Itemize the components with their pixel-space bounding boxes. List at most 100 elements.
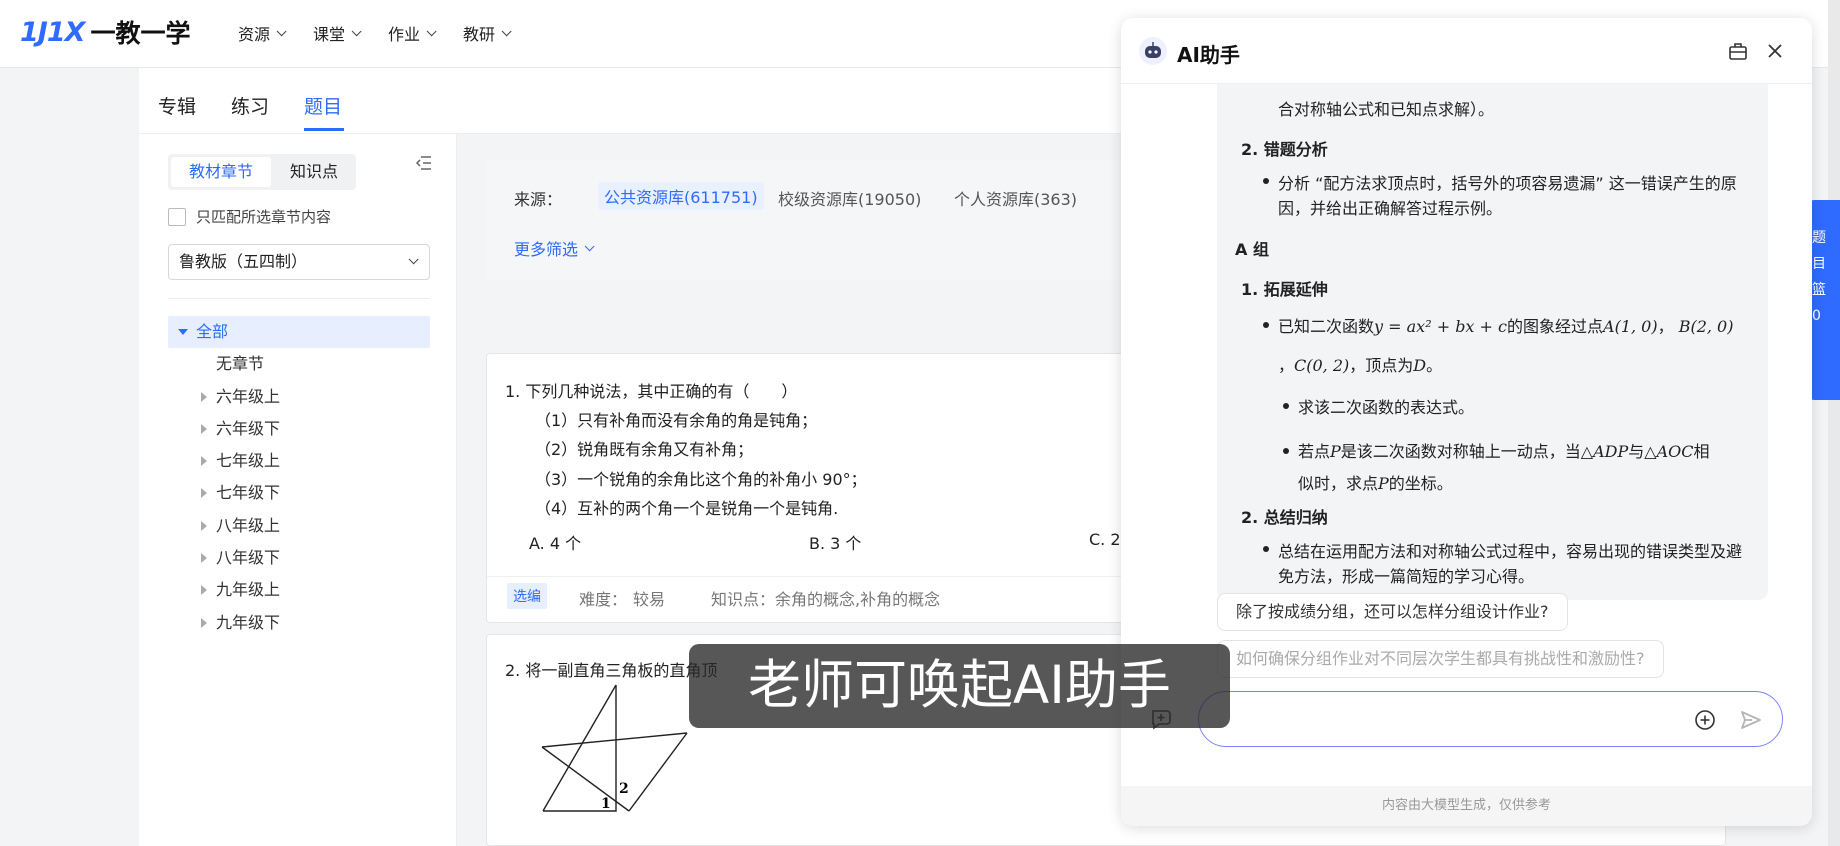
- source-label: 来源：: [514, 190, 563, 209]
- nav-resources[interactable]: 资源: [238, 21, 287, 45]
- match-chapter-label: 只匹配所选章节内容: [196, 208, 332, 226]
- edition-value: 鲁教版（五四制）: [179, 252, 308, 271]
- close-icon[interactable]: [1764, 40, 1786, 62]
- video-caption: 老师可唤起AI助手: [689, 644, 1230, 728]
- tree-node[interactable]: 六年级下: [168, 413, 430, 445]
- question-stem: 1. 下列几种说法，其中正确的有（ ）: [505, 382, 798, 401]
- match-chapter-option[interactable]: 只匹配所选章节内容: [168, 206, 331, 227]
- tab-questions[interactable]: 题目: [304, 92, 342, 119]
- more-filters-button[interactable]: 更多筛选: [514, 236, 595, 260]
- selected-tag[interactable]: 选编: [507, 583, 547, 609]
- nav-label: 课堂: [313, 25, 346, 44]
- tree-node[interactable]: 八年级下: [168, 542, 430, 574]
- chevron-down-icon: [584, 240, 595, 251]
- mode-knowledge-point[interactable]: 知识点: [274, 157, 354, 187]
- chevron-down-icon: [351, 25, 362, 36]
- tree-node[interactable]: 九年级上: [168, 574, 430, 606]
- tree-label: 无章节: [216, 354, 265, 374]
- tree-label: 七年级上: [216, 451, 281, 471]
- knowledge-value: 余角的概念,补角的概念: [775, 590, 941, 609]
- response-text: 相: [1693, 442, 1710, 461]
- difficulty-value: 较易: [633, 590, 666, 609]
- caret-right-icon[interactable]: [201, 391, 207, 402]
- nav-homework[interactable]: 作业: [388, 21, 437, 45]
- bullet-dot: [1263, 178, 1269, 184]
- response-text: 总结在运用配方法和对称轴公式过程中，容易出现的错误类型及避: [1278, 542, 1743, 561]
- logo[interactable]: 1J1X 一教一学: [20, 14, 190, 50]
- question-item: （1）只有补角而没有余角的角是钝角；: [535, 411, 818, 430]
- nav-research[interactable]: 教研: [463, 21, 512, 45]
- question-item: （3）一个锐角的余角比这个角的补角小 90°；: [535, 470, 867, 489]
- bullet-dot: [1283, 403, 1289, 409]
- tree-label: 九年级下: [216, 612, 281, 632]
- logo-mark: 1J1X: [20, 16, 85, 48]
- response-heading: 2. 总结归纳: [1241, 508, 1328, 527]
- bullet-dot: [1263, 546, 1269, 552]
- angle-label: 1: [601, 796, 611, 812]
- suggested-question[interactable]: 如何确保分组作业对不同层次学生都具有挑战性和激励性?: [1217, 640, 1664, 678]
- response-text: 若点P是该二次函数对称轴上一动点，当△ADP与△AOC相: [1298, 438, 1710, 462]
- triangle-diagram: 1 2: [541, 684, 688, 812]
- tab-practice[interactable]: 练习: [231, 92, 269, 119]
- math-expression: △ADP: [1580, 442, 1629, 461]
- tree-node[interactable]: 九年级下: [168, 607, 430, 639]
- tree-node[interactable]: 无章节: [168, 348, 430, 380]
- caret-right-icon[interactable]: [201, 617, 207, 628]
- knowledge-label: 知识点：: [711, 590, 776, 609]
- response-heading: A 组: [1235, 240, 1269, 259]
- caret-right-icon[interactable]: [201, 488, 207, 499]
- response-text: 似时，求点P的坐标。: [1298, 470, 1453, 494]
- response-text: 已知二次函数y = ax² + bx + c的图象经过点A(1, 0)， B(2…: [1278, 317, 1734, 336]
- edition-select[interactable]: 鲁教版（五四制）: [168, 244, 430, 280]
- tree-node[interactable]: 七年级下: [168, 477, 430, 509]
- top-nav: 资源 课堂 作业 教研: [238, 21, 512, 45]
- page-scrollbar[interactable]: [1828, 0, 1840, 846]
- robot-avatar-icon: [1139, 37, 1167, 65]
- source-public[interactable]: 公共资源库(611751): [598, 182, 764, 210]
- chat-input[interactable]: [1219, 704, 1659, 734]
- response-text: ，: [1278, 356, 1295, 375]
- response-text: ，顶点为: [1349, 356, 1414, 375]
- tree-node-all[interactable]: 全部: [168, 316, 430, 349]
- nav-label: 作业: [388, 25, 421, 44]
- response-text: 合对称轴公式和已知点求解）。: [1278, 100, 1495, 119]
- caret-right-icon[interactable]: [201, 553, 207, 564]
- match-chapter-checkbox[interactable]: [168, 207, 186, 226]
- tree-node[interactable]: 七年级上: [168, 445, 430, 477]
- sidebar-mode-toggle: 教材章节 知识点: [168, 154, 356, 190]
- mode-textbook-chapter[interactable]: 教材章节: [171, 157, 271, 187]
- tree-label: 九年级上: [216, 580, 281, 600]
- option-c: C. 2: [1089, 530, 1121, 549]
- attach-plus-icon[interactable]: [1693, 708, 1717, 732]
- response-text: 是该二次函数对称轴上一动点，当: [1340, 442, 1581, 461]
- collapse-sidebar-icon[interactable]: [414, 154, 434, 172]
- math-expression: y = ax² + bx + c: [1374, 317, 1507, 336]
- math-expression: A(1, 0): [1603, 317, 1658, 336]
- suggested-question[interactable]: 除了按成绩分组，还可以怎样分组设计作业?: [1217, 593, 1568, 631]
- bullet-dot: [1283, 448, 1289, 454]
- response-heading: 2. 错题分析: [1241, 140, 1328, 159]
- difficulty-label: 难度：: [579, 590, 628, 609]
- ai-panel-title: AI助手: [1177, 43, 1240, 67]
- source-school[interactable]: 校级资源库(19050): [778, 186, 921, 210]
- source-personal[interactable]: 个人资源库(363): [954, 186, 1077, 210]
- chevron-down-icon: [501, 25, 512, 36]
- response-text: ，C(0, 2)，顶点为D。: [1278, 352, 1442, 376]
- tree-label: 七年级下: [216, 483, 281, 503]
- tab-album[interactable]: 专辑: [158, 92, 196, 119]
- toolbox-icon[interactable]: [1727, 40, 1749, 62]
- tree-node[interactable]: 八年级上: [168, 510, 430, 542]
- chevron-down-icon: [408, 254, 419, 265]
- tree-node[interactable]: 六年级上: [168, 381, 430, 413]
- send-icon[interactable]: [1739, 708, 1763, 732]
- caret-right-icon[interactable]: [201, 423, 207, 434]
- option-a: A. 4 个: [529, 534, 582, 553]
- chat-input-box[interactable]: [1198, 691, 1783, 747]
- more-filters-label: 更多筛选: [514, 240, 579, 259]
- caret-right-icon[interactable]: [201, 520, 207, 531]
- math-expression: C(0, 2): [1294, 356, 1350, 375]
- tree-label: 六年级上: [216, 386, 281, 406]
- caret-right-icon[interactable]: [201, 456, 207, 467]
- caret-right-icon[interactable]: [201, 585, 207, 596]
- nav-classroom[interactable]: 课堂: [313, 21, 362, 45]
